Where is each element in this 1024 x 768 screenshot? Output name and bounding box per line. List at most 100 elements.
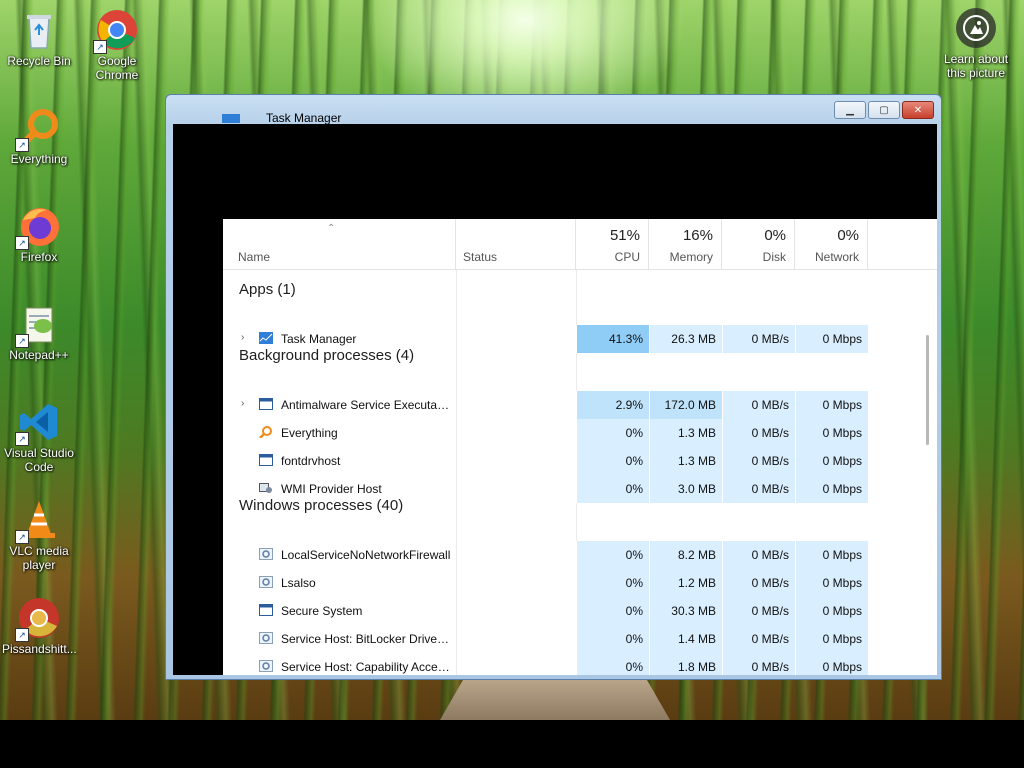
column-header-memory[interactable]: 16% Memory [649, 219, 722, 269]
network-value: 0 Mbps [795, 541, 868, 569]
desktop-icon-notepadpp[interactable]: ↗ Notepad++ [2, 302, 76, 362]
process-row[interactable]: LocalServiceNoNetworkFirewall 0% 8.2 MB 0 M… [223, 541, 869, 569]
column-label-name: Name [238, 250, 271, 264]
process-name: Secure System [281, 604, 363, 618]
desktop-icon-vlc[interactable]: ↗ VLC media player [2, 498, 76, 572]
process-row[interactable]: Everything 0% 1.3 MB 0 MB/s 0 Mbps [223, 419, 869, 447]
process-name: Task Manager [281, 332, 357, 346]
column-header-disk[interactable]: 0% Disk [722, 219, 795, 269]
process-name: Lsalso [281, 576, 316, 590]
process-row[interactable]: › Antimalware Service Executable 2.9% 172.0… [223, 391, 869, 419]
close-icon: ✕ [913, 104, 923, 116]
disk-value: 0 MB/s [722, 541, 795, 569]
learn-about-picture[interactable]: Learn about this picture [938, 8, 1014, 80]
network-value: 0 Mbps [795, 391, 868, 419]
process-name: Antimalware Service Executable [281, 398, 451, 412]
title-bar[interactable]: Task Manager ▁ ▢ ✕ [166, 95, 941, 125]
wmi-icon [259, 482, 273, 494]
column-header-status[interactable]: Status [456, 219, 576, 269]
maximize-icon: ▢ [879, 104, 889, 116]
process-row[interactable]: Service Host: Capability Acces... 0% 1.8 M… [223, 653, 869, 675]
network-total-percent: 0% [837, 227, 859, 244]
group-header-apps[interactable]: Apps (1) [239, 281, 296, 298]
process-row[interactable]: › Task Manager 41.3% 26.3 MB 0 MB/s 0 Mbps [223, 325, 869, 353]
disk-value: 0 MB/s [722, 569, 795, 597]
desktop-icon-label: Firefox [20, 250, 58, 264]
desktop-icon-label: Google Chrome [95, 54, 139, 82]
process-row[interactable]: WMI Provider Host 0% 3.0 MB 0 MB/s 0 Mbps [223, 475, 869, 503]
maximize-button[interactable]: ▢ [868, 101, 900, 119]
expand-chevron-icon[interactable]: › [241, 398, 244, 409]
desktop-icon-everything[interactable]: ↗ Everything [2, 106, 76, 166]
recycle-bin-icon [17, 8, 61, 52]
vertical-scrollbar[interactable] [926, 335, 929, 445]
desktop-icon-label: VLC media player [9, 544, 69, 572]
memory-value: 172.0 MB [649, 391, 722, 419]
memory-value: 1.2 MB [649, 569, 722, 597]
memory-total-percent: 16% [682, 227, 713, 244]
camera-icon [956, 8, 996, 48]
desktop-icon-firefox[interactable]: ↗ Firefox [2, 204, 76, 264]
expand-chevron-icon[interactable]: › [241, 332, 244, 343]
column-header-cpu[interactable]: 51% CPU [576, 219, 649, 269]
desktop-icon-pissandshitt[interactable]: ↗ Pissandshitt... [2, 596, 77, 656]
minimize-icon: ▁ [846, 104, 854, 116]
column-header-row: ⌃ Name Status 51% CPU 16% Memory 0% Disk [223, 219, 937, 270]
network-value: 0 Mbps [795, 625, 868, 653]
network-value: 0 Mbps [795, 447, 868, 475]
vlc-icon: ↗ [15, 498, 61, 544]
desktop-icon-google-chrome[interactable]: ↗ Google Chrome [80, 8, 154, 82]
gear-icon [259, 660, 273, 672]
desktop-icon-label: Everything [10, 152, 68, 166]
process-row[interactable]: Lsalso 0% 1.2 MB 0 MB/s 0 Mbps [223, 569, 869, 597]
column-header-network[interactable]: 0% Network [795, 219, 868, 269]
gear-icon [259, 632, 273, 644]
desktop-icon-vscode[interactable]: ↗ Visual Studio Code [2, 400, 76, 474]
process-name: Everything [281, 426, 338, 440]
process-name: Service Host: Capability Acces... [281, 660, 451, 674]
column-header-name[interactable]: ⌃ Name [223, 219, 456, 269]
black-bottom-strip [0, 720, 1024, 768]
column-label-status: Status [463, 250, 498, 264]
disk-value: 0 MB/s [722, 419, 795, 447]
process-row[interactable]: Secure System 0% 30.3 MB 0 MB/s 0 Mbps [223, 597, 869, 625]
process-name: LocalServiceNoNetworkFirewall [281, 548, 451, 562]
process-row[interactable]: Service Host: BitLocker Drive E... 0% 1.4 … [223, 625, 869, 653]
network-value: 0 Mbps [795, 653, 868, 675]
close-button[interactable]: ✕ [902, 101, 934, 119]
minimize-button[interactable]: ▁ [834, 101, 866, 119]
window-title: Task Manager [266, 111, 342, 125]
service-window-icon [259, 398, 273, 410]
cpu-value: 41.3% [576, 325, 649, 353]
cpu-total-percent: 51% [609, 227, 640, 244]
disk-value: 0 MB/s [722, 597, 795, 625]
gear-icon [259, 576, 273, 588]
notepadpp-icon: ↗ [15, 302, 61, 348]
process-name: WMI Provider Host [281, 482, 382, 496]
firefox-icon: ↗ [15, 204, 61, 250]
memory-value: 26.3 MB [649, 325, 722, 353]
cpu-value: 0% [576, 653, 649, 675]
network-value: 0 Mbps [795, 475, 868, 503]
network-value: 0 Mbps [795, 597, 868, 625]
network-value: 0 Mbps [795, 325, 868, 353]
disk-value: 0 MB/s [722, 447, 795, 475]
network-value: 0 Mbps [795, 569, 868, 597]
task-manager-window[interactable]: Task Manager ▁ ▢ ✕ ⌃ Name Status 51% CPU… [165, 94, 942, 680]
desktop-icon-recycle-bin[interactable]: Recycle Bin [2, 8, 76, 68]
cpu-value: 0% [576, 541, 649, 569]
cpu-value: 0% [576, 597, 649, 625]
disk-value: 0 MB/s [722, 391, 795, 419]
taskmanager-icon [259, 332, 273, 344]
process-list[interactable]: Apps (1) Background processes (4) Window… [223, 270, 937, 675]
desktop-icon-label: Recycle Bin [7, 54, 71, 68]
everything-small-icon [259, 426, 273, 439]
shortcut-arrow-icon: ↗ [15, 530, 29, 544]
disk-value: 0 MB/s [722, 625, 795, 653]
cpu-value: 0% [576, 419, 649, 447]
process-row[interactable]: fontdrvhost 0% 1.3 MB 0 MB/s 0 Mbps [223, 447, 869, 475]
service-window-icon [259, 454, 273, 466]
window-client-area: ⌃ Name Status 51% CPU 16% Memory 0% Disk [173, 124, 937, 675]
process-name: fontdrvhost [281, 454, 341, 468]
disk-value: 0 MB/s [722, 325, 795, 353]
